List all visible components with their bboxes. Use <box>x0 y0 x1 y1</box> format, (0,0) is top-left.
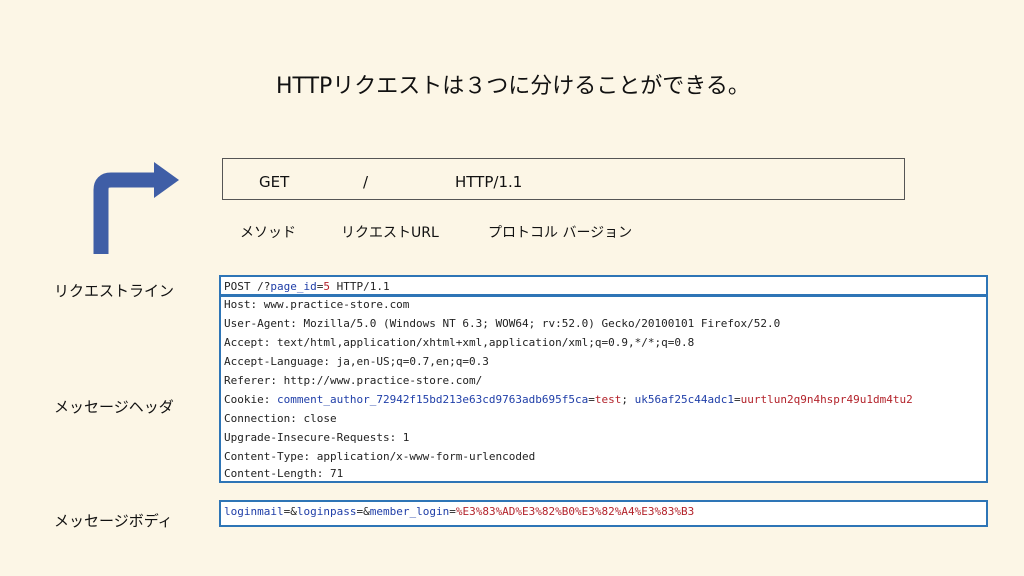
message-header-label: メッセージヘッダ <box>54 398 174 416</box>
raw-body-row: loginmail=&loginpass=&member_login=%E3%8… <box>224 505 695 518</box>
raw-request-line-box: POST /?page_id=5 HTTP/1.1 <box>219 275 988 296</box>
header-row: User-Agent: Mozilla/5.0 (Windows NT 6.3;… <box>224 317 781 330</box>
request-method: GET <box>259 173 290 191</box>
request-url: / <box>363 173 369 191</box>
header-row: Content-Type: application/x-www-form-url… <box>224 450 536 463</box>
url-caption: リクエストURL <box>341 225 439 241</box>
request-version: HTTP/1.1 <box>455 173 523 191</box>
request-line-label: リクエストライン <box>54 282 175 300</box>
message-body-label: メッセージボディ <box>54 512 173 530</box>
header-row: Upgrade-Insecure-Requests: 1 <box>224 431 410 444</box>
raw-headers-box: Host: www.practice-store.com User-Agent:… <box>219 295 988 483</box>
header-row: Accept: text/html,application/xhtml+xml,… <box>224 336 695 349</box>
header-row: Accept-Language: ja,en-US;q=0.7,en;q=0.3 <box>224 355 489 368</box>
slide-title: HTTPリクエストは３つに分けることができる。 <box>276 74 750 99</box>
header-row: Host: www.practice-store.com <box>224 298 410 311</box>
curved-arrow-icon <box>93 162 179 254</box>
header-row: Connection: close <box>224 412 337 425</box>
version-caption: プロトコル バージョン <box>488 225 633 241</box>
header-row: Content-Length: 71 <box>224 467 344 480</box>
header-row: Referer: http://www.practice-store.com/ <box>224 374 483 387</box>
cookie-header-row: Cookie: comment_author_72942f15bd213e63c… <box>224 393 913 406</box>
raw-body-box: loginmail=&loginpass=&member_login=%E3%8… <box>219 500 988 527</box>
request-line-diagram: GET / HTTP/1.1 <box>222 158 905 200</box>
slide: HTTPリクエストは３つに分けることができる。 GET / HTTP/1.1 メ… <box>0 0 1024 576</box>
raw-request-line: POST /?page_id=5 HTTP/1.1 <box>224 280 390 293</box>
method-caption: メソッド <box>240 225 296 241</box>
